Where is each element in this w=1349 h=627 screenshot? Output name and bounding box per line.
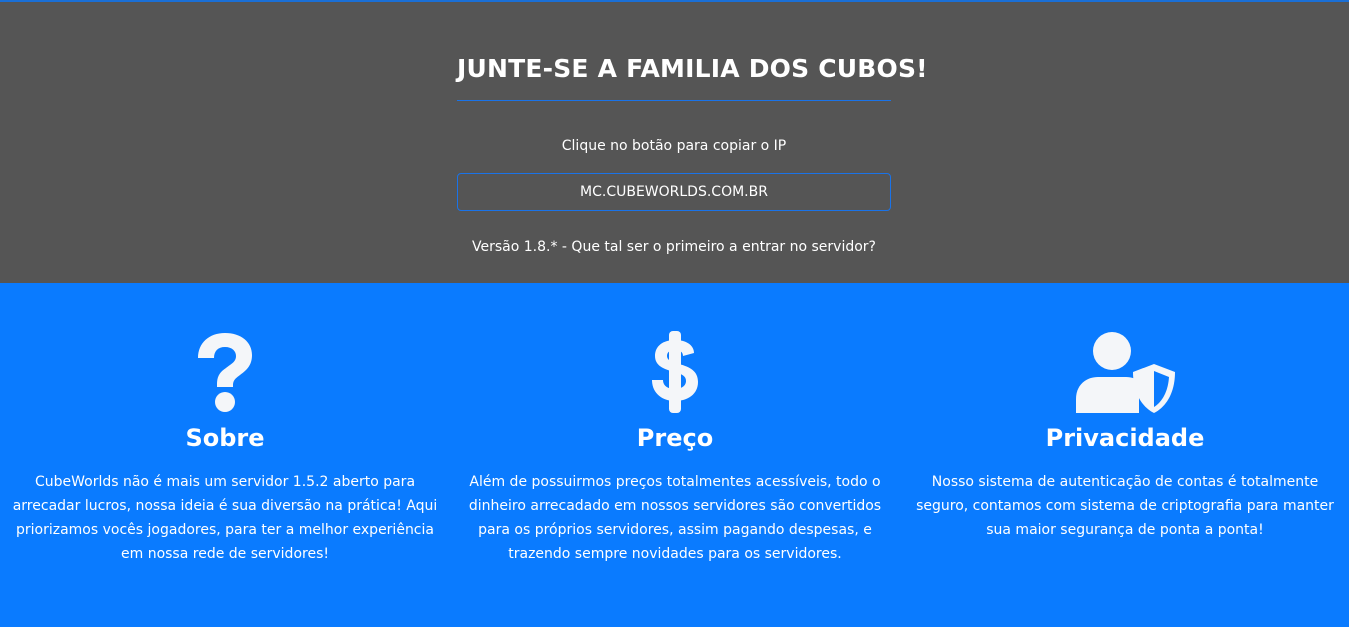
feature-title: Sobre	[185, 424, 265, 452]
feature-title: Privacidade	[1045, 424, 1205, 452]
question-icon	[0, 330, 450, 414]
dollar-icon	[450, 330, 900, 414]
copy-ip-instruction: Clique no botão para copiar o IP	[561, 138, 787, 154]
server-version-text: Versão 1.8.* - Que tal ser o primeiro a …	[472, 239, 876, 255]
user-shield-icon	[900, 330, 1349, 414]
title-divider	[457, 100, 891, 101]
join-title: JUNTE-SE A FAMILIA DOS CUBOS!	[457, 54, 928, 83]
features-section: Sobre CubeWorlds não é mais um servidor …	[0, 283, 1349, 627]
feature-description: Além de possuirmos preços totalmentes ac…	[468, 474, 882, 562]
join-section: JUNTE-SE A FAMILIA DOS CUBOS! Clique no …	[0, 0, 1349, 283]
feature-description: CubeWorlds não é mais um servidor 1.5.2 …	[12, 474, 438, 562]
feature-title: Preço	[636, 424, 714, 452]
feature-description: Nosso sistema de autenticação de contas …	[916, 474, 1334, 538]
copy-ip-button[interactable]: MC.CUBEWORLDS.COM.BR	[457, 173, 891, 211]
